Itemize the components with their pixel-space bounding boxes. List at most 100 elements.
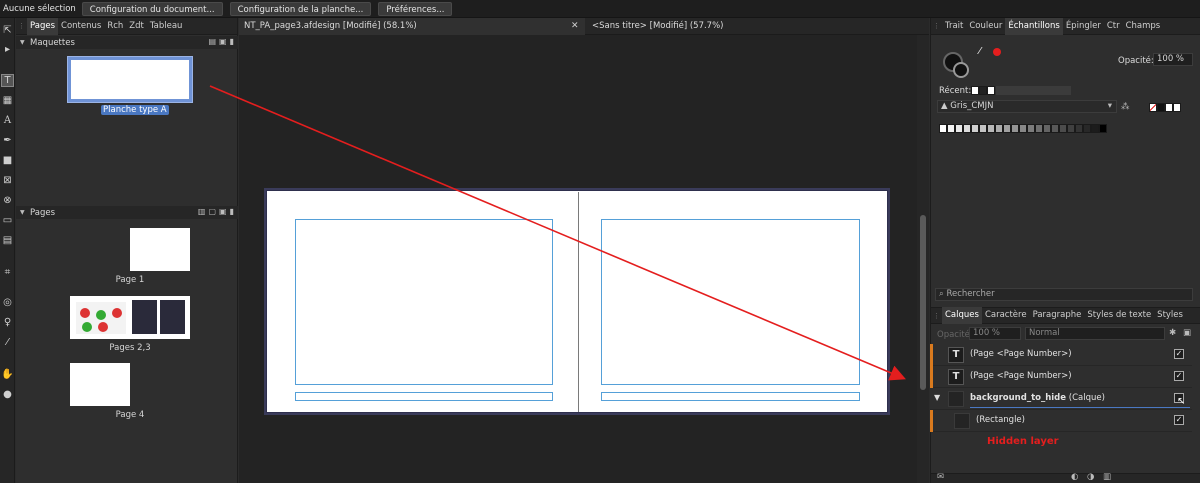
node-tool-icon[interactable]: ▸ xyxy=(1,43,14,56)
tab-character[interactable]: Caractère xyxy=(982,307,1030,324)
tab-text-styles[interactable]: Styles de texte xyxy=(1084,307,1154,324)
move-tool-icon[interactable]: ⇱ xyxy=(1,24,14,37)
pages-tool-icon[interactable]: ▤ xyxy=(1,234,14,247)
page-thumbnail[interactable] xyxy=(70,296,190,339)
zoom-tool-icon[interactable]: ● xyxy=(1,388,14,401)
layer-visibility-checkbox[interactable]: ✓ xyxy=(1174,415,1184,425)
swatch[interactable] xyxy=(1027,124,1035,133)
swatch[interactable] xyxy=(1051,124,1059,133)
swatch[interactable] xyxy=(955,124,963,133)
swatch[interactable] xyxy=(995,124,1003,133)
page-number-frame[interactable] xyxy=(295,392,553,401)
transparency-tool-icon[interactable]: ♀ xyxy=(1,316,14,329)
close-icon[interactable]: ✕ xyxy=(571,21,579,31)
panel-grip-icon[interactable]: ⋮ xyxy=(931,312,942,320)
layer-visibility-checkbox[interactable]: ✓ xyxy=(1174,371,1184,381)
delete-page-icon[interactable]: ▮ xyxy=(230,207,234,216)
tab-layers[interactable]: Calques xyxy=(942,307,982,324)
fill-tool-icon[interactable]: ◎ xyxy=(1,296,14,309)
swatch[interactable] xyxy=(987,86,995,95)
swatch[interactable] xyxy=(971,86,979,95)
vertical-scrollbar[interactable] xyxy=(917,35,929,483)
mask-icon[interactable]: ✉ xyxy=(937,472,944,482)
red-swatch-icon[interactable] xyxy=(993,48,1001,56)
eyedropper-icon[interactable]: ⁄ xyxy=(979,46,981,57)
frame-text-tool-icon[interactable]: T xyxy=(1,74,14,87)
layer-row[interactable]: T (Page <Page Number>) ✓ xyxy=(930,366,1192,388)
swatch[interactable] xyxy=(1091,124,1099,133)
tab-find[interactable]: Rch xyxy=(104,18,126,35)
page-thumbnail[interactable] xyxy=(130,228,190,271)
tab-stroke[interactable]: Trait xyxy=(942,18,966,35)
page-thumbnail[interactable] xyxy=(70,363,130,406)
swatch[interactable] xyxy=(979,86,987,95)
crop-tool-icon[interactable]: ⌗ xyxy=(1,266,14,279)
add-page-icon[interactable]: ▢ xyxy=(208,207,216,216)
lock-icon[interactable]: ▣ xyxy=(1183,328,1191,338)
document-setup-button[interactable]: Configuration du document... xyxy=(81,1,223,16)
expand-triangle-icon[interactable]: ▼ xyxy=(934,393,940,402)
swatch[interactable] xyxy=(963,124,971,133)
layer-row[interactable]: (Rectangle) ✓ xyxy=(930,410,1192,432)
hand-tool-icon[interactable]: ✋ xyxy=(1,368,14,381)
swatch[interactable] xyxy=(1083,124,1091,133)
duplicate-page-icon[interactable]: ▣ xyxy=(219,207,227,216)
swatch[interactable] xyxy=(1165,103,1173,112)
palette-select[interactable]: ▲ Gris_CMJN ▾ xyxy=(937,100,1117,113)
swatch[interactable] xyxy=(1099,124,1107,133)
text-frame[interactable] xyxy=(295,219,553,385)
tab-pin[interactable]: Épingler xyxy=(1063,18,1104,35)
swatch[interactable] xyxy=(987,124,995,133)
delete-master-icon[interactable]: ▮ xyxy=(230,37,234,46)
pages-section-header[interactable]: ▼ Pages ▥ ▢ ▣ ▮ xyxy=(16,206,238,219)
panel-grip-icon[interactable]: ⋮ xyxy=(931,22,942,30)
fill-swatch-icon[interactable] xyxy=(953,62,969,78)
blend-mode-select[interactable]: Normal xyxy=(1025,327,1165,340)
swatch[interactable] xyxy=(971,124,979,133)
tab-color[interactable]: Couleur xyxy=(966,18,1005,35)
panel-grip-icon[interactable]: ⋮ xyxy=(16,22,27,30)
text-frame[interactable] xyxy=(601,219,860,385)
page-spread[interactable] xyxy=(266,190,888,413)
swatch-search-input[interactable]: ⌕ Rechercher xyxy=(935,288,1193,301)
layer-opacity-field[interactable]: 100 % xyxy=(969,327,1021,340)
master-label[interactable]: Planche type A xyxy=(101,105,169,115)
tab-swatches[interactable]: Échantillons xyxy=(1005,17,1063,35)
group-icon[interactable]: ▥ xyxy=(1103,472,1111,482)
add-master-icon[interactable]: ▣ xyxy=(219,37,227,46)
tab-pages[interactable]: Pages xyxy=(27,17,59,35)
swatch[interactable] xyxy=(1019,124,1027,133)
swatch[interactable] xyxy=(947,124,955,133)
master-options-icon[interactable]: ▤ xyxy=(208,37,216,46)
tab-table[interactable]: Tableau xyxy=(147,18,186,35)
tab-fields[interactable]: Champs xyxy=(1123,18,1164,35)
swatch[interactable] xyxy=(1043,124,1051,133)
swatch[interactable] xyxy=(1067,124,1075,133)
fx-icon[interactable]: ◑ xyxy=(1087,472,1094,482)
layer-visibility-checkbox[interactable]: ✓ xyxy=(1174,349,1184,359)
swatch[interactable] xyxy=(1011,124,1019,133)
swatch[interactable] xyxy=(939,124,947,133)
tab-ctr[interactable]: Ctr xyxy=(1104,18,1123,35)
artistic-text-tool-icon[interactable]: A xyxy=(1,114,14,127)
layer-row[interactable]: ▼ background_to_hide (Calque) ↖ xyxy=(930,388,1192,410)
tab-styles[interactable]: Styles xyxy=(1154,307,1186,324)
layer-row[interactable]: T (Page <Page Number>) ✓ xyxy=(930,344,1192,366)
swatch[interactable] xyxy=(979,124,987,133)
adjustment-icon[interactable]: ◐ xyxy=(1071,472,1078,482)
spread-setup-button[interactable]: Configuration de la planche... xyxy=(229,1,372,16)
tab-contents[interactable]: Contenus xyxy=(58,18,104,35)
rectangle-tool-icon[interactable]: ■ xyxy=(1,154,14,167)
masters-section-header[interactable]: ▼ Maquettes ▤ ▣ ▮ xyxy=(16,36,238,49)
tab-paragraph[interactable]: Paragraphe xyxy=(1030,307,1085,324)
table-tool-icon[interactable]: ▦ xyxy=(1,94,14,107)
master-thumbnail[interactable] xyxy=(68,57,192,102)
document-tab[interactable]: <Sans titre> [Modifié] (57.7%) xyxy=(587,18,929,35)
scrollbar-thumb[interactable] xyxy=(920,215,926,390)
page-number-frame[interactable] xyxy=(601,392,860,401)
pen-tool-icon[interactable]: ✒ xyxy=(1,134,14,147)
none-swatch[interactable] xyxy=(1149,103,1157,112)
swatch[interactable] xyxy=(1035,124,1043,133)
opacity-field[interactable]: 100 % xyxy=(1153,53,1193,66)
document-tab[interactable]: NT_PA_page3.afdesign [Modifié] (58.1%) xyxy=(239,18,585,35)
